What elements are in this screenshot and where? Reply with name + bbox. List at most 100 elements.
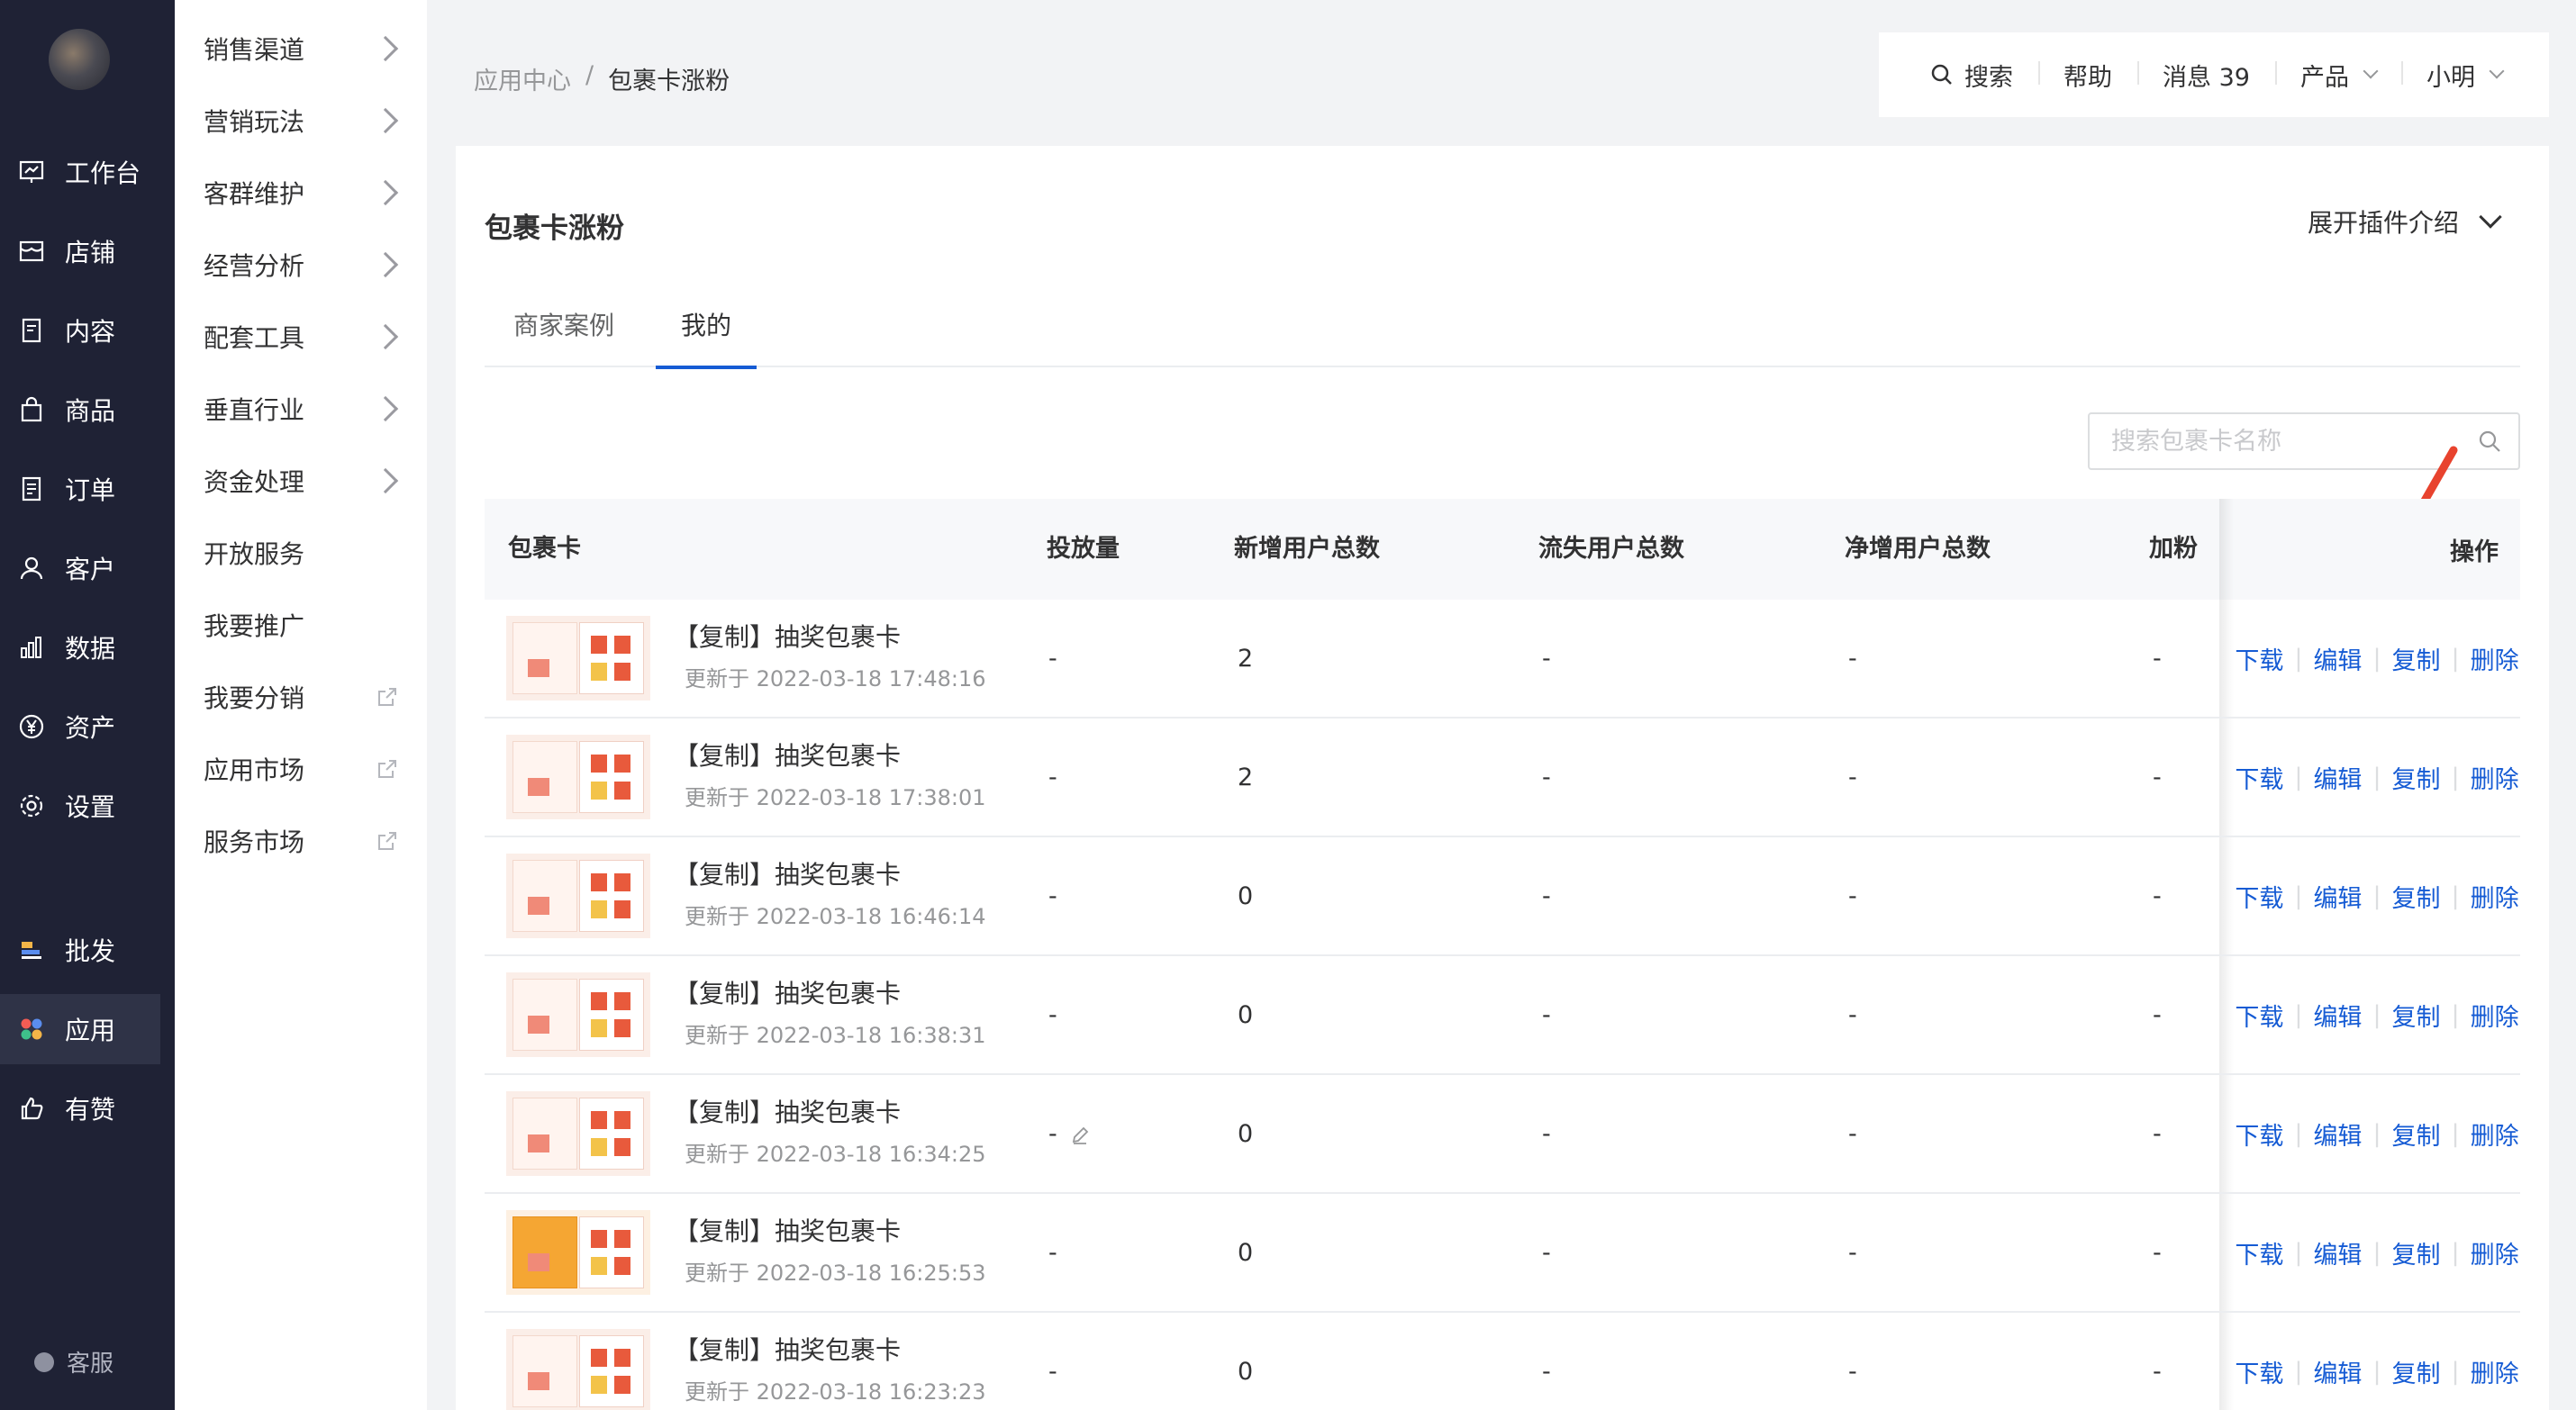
card-thumbnail[interactable] [506,616,650,700]
tab-mine[interactable]: 我的 [655,306,757,369]
card-thumbnail[interactable] [506,1210,650,1295]
submenu-item-7[interactable]: 开放服务 [204,526,402,580]
action-download-link[interactable]: 下载 [2235,641,2283,676]
card-thumbnail[interactable] [506,972,650,1057]
action-download-link[interactable]: 下载 [2235,1235,2283,1270]
nav-bottom-item-0[interactable]: 批发 [0,915,175,985]
action-download-link[interactable]: 下载 [2235,1354,2283,1389]
action-copy-link[interactable]: 复制 [2392,1116,2441,1152]
thumbnail-front [512,979,577,1051]
action-delete-link[interactable]: 删除 [2471,998,2519,1033]
action-edit-link[interactable]: 编辑 [2313,760,2362,795]
nav-bottom-item-2[interactable]: 有赞 [0,1073,175,1143]
nav-item-8[interactable]: 设置 [0,771,175,841]
action-copy-link[interactable]: 复制 [2392,879,2441,914]
cell-value: - [1048,1239,1057,1267]
thumbnail-back [579,979,644,1051]
chevron-down-icon [2363,63,2379,79]
action-delete-link[interactable]: 删除 [2471,1354,2519,1389]
row-actions: 下载 | 编辑 | 复制 | 删除 [2234,719,2520,836]
action-copy-link[interactable]: 复制 [2392,998,2441,1033]
support-button[interactable]: 客服 [34,1345,113,1378]
top-search-button[interactable]: 搜索 [1905,58,2038,93]
action-edit-link[interactable]: 编辑 [2313,641,2362,676]
submenu-item-11[interactable]: 服务市场 [204,814,402,868]
action-separator: | [2294,1357,2303,1386]
submenu-item-6[interactable]: 资金处理 [204,454,402,508]
action-edit-link[interactable]: 编辑 [2313,1354,2362,1389]
cell-value: - [1048,764,1057,791]
action-download-link[interactable]: 下载 [2235,1116,2283,1152]
breadcrumb-parent[interactable]: 应用中心 [474,61,571,96]
submenu-item-8[interactable]: 我要推广 [204,598,402,652]
submenu-item-10[interactable]: 应用市场 [204,742,402,796]
action-separator: | [2451,1119,2460,1148]
cell-value: - [2153,1120,2162,1148]
card-thumbnail[interactable] [506,1091,650,1176]
cell-volume: - [1048,600,1057,719]
submenu-item-4[interactable]: 配套工具 [204,310,402,364]
submenu-item-2[interactable]: 客群维护 [204,166,402,220]
nav-item-7[interactable]: 资产 [0,691,175,762]
cell-value: - [1848,882,1857,910]
nav-item-1[interactable]: 店铺 [0,216,175,286]
nav-item-3[interactable]: 商品 [0,375,175,445]
action-delete-link[interactable]: 删除 [2471,1235,2519,1270]
shop-avatar[interactable] [49,29,110,90]
action-download-link[interactable]: 下载 [2235,998,2283,1033]
action-edit-link[interactable]: 编辑 [2313,1116,2362,1152]
cell-lost-users: - [1542,956,1551,1075]
action-copy-link[interactable]: 复制 [2392,760,2441,795]
expand-intro-button[interactable]: 展开插件介绍 [2308,203,2502,240]
nav-item-5[interactable]: 客户 [0,533,175,603]
row-actions: 下载 | 编辑 | 复制 | 删除 [2234,1075,2520,1192]
action-edit-link[interactable]: 编辑 [2313,879,2362,914]
action-delete-link[interactable]: 删除 [2471,760,2519,795]
action-download-link[interactable]: 下载 [2235,760,2283,795]
cell-value: - [1848,1120,1857,1148]
main-nav: 工作台店铺内容商品订单客户数据资产设置批发应用有赞 客服 [0,0,175,1410]
search-icon[interactable] [2477,429,2502,454]
submenu-item-0[interactable]: 销售渠道 [204,22,402,76]
nav-item-6[interactable]: 数据 [0,612,175,682]
nav-item-2[interactable]: 内容 [0,295,175,366]
action-edit-link[interactable]: 编辑 [2313,1235,2362,1270]
action-copy-link[interactable]: 复制 [2392,1235,2441,1270]
card-thumbnail[interactable] [506,1329,650,1410]
help-button[interactable]: 帮助 [2038,58,2137,93]
action-delete-link[interactable]: 删除 [2471,1116,2519,1152]
messages-button[interactable]: 消息 39 [2137,58,2275,93]
tab-merchant-cases[interactable]: 商家案例 [513,306,614,367]
action-separator: | [2451,1238,2460,1267]
submenu-item-1[interactable]: 营销玩法 [204,94,402,148]
card-updated-time: 更新于 2022-03-18 17:38:01 [685,785,986,810]
cell-value: - [1048,1358,1057,1386]
cell-fans: - [2153,1075,2162,1194]
submenu-item-9[interactable]: 我要分销 [204,670,402,724]
card-thumbnail[interactable] [506,735,650,819]
nav-item-0[interactable]: 工作台 [0,137,175,207]
action-delete-link[interactable]: 删除 [2471,879,2519,914]
nav-bottom-item-1[interactable]: 应用 [0,994,160,1064]
action-copy-link[interactable]: 复制 [2392,1354,2441,1389]
sticky-column-shadow [2219,1075,2234,1192]
submenu-item-5[interactable]: 垂直行业 [204,382,402,436]
cell-value: - [1542,645,1551,673]
submenu-item-3[interactable]: 经营分析 [204,238,402,292]
product-dropdown[interactable]: 产品 [2275,58,2401,93]
sticky-column-shadow [2219,600,2234,717]
cell-net-users: - [1848,956,1857,1075]
action-copy-link[interactable]: 复制 [2392,641,2441,676]
action-edit-link[interactable]: 编辑 [2313,998,2362,1033]
thumbnail-back [579,741,644,813]
card-thumbnail[interactable] [506,854,650,938]
user-dropdown[interactable]: 小明 [2401,58,2527,93]
table-row: 【复制】抽奖包裹卡 更新于 2022-03-18 17:48:16 - 2 - - - 下载 |… [485,600,2520,719]
nav-item-4[interactable]: 订单 [0,454,175,524]
action-delete-link[interactable]: 删除 [2471,641,2519,676]
cell-value: - [2153,1001,2162,1029]
pencil-edit-icon[interactable] [1070,1125,1090,1145]
action-download-link[interactable]: 下载 [2235,879,2283,914]
nav-item-label: 商品 [65,396,116,426]
col-fans: 加粉 [2149,535,2198,563]
